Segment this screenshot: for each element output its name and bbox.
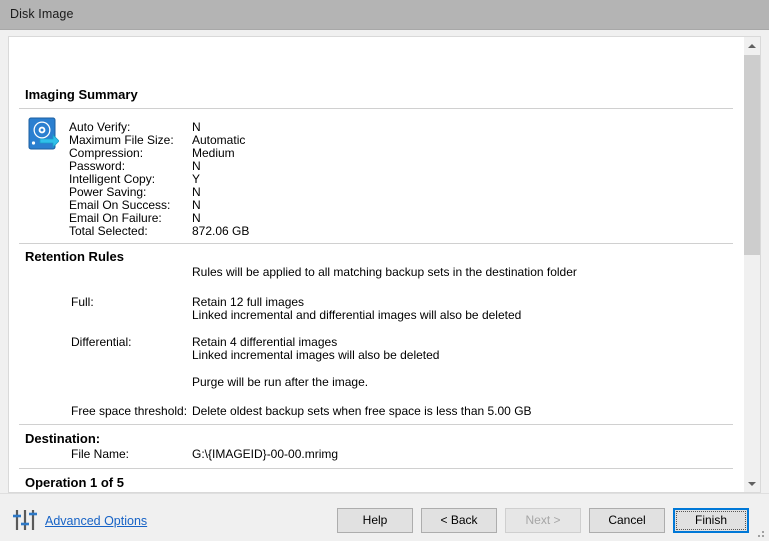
imaging-summary-heading: Imaging Summary (25, 87, 138, 102)
retention-purge-note: Purge will be run after the image. (192, 375, 369, 389)
summary-scroll-viewport: Imaging Summary Auto Verify: N Maximum F (9, 37, 743, 492)
retention-differential-label: Differential: (71, 335, 132, 349)
scrollbar-thumb[interactable] (744, 55, 760, 255)
retention-full-line2: Linked incremental and differential imag… (192, 308, 522, 322)
summary-row-label: Total Selected: (69, 224, 148, 238)
help-button[interactable]: Help (337, 508, 413, 533)
retention-rules-heading: Retention Rules (25, 249, 124, 264)
summary-row-label: Email On Success: (69, 198, 171, 212)
summary-row-value: Automatic (192, 133, 246, 147)
chevron-down-icon (748, 481, 756, 486)
summary-row-value: N (192, 185, 201, 199)
divider-retention (19, 243, 733, 244)
summary-row-value: 872.06 GB (192, 224, 250, 238)
scroll-down-button[interactable] (744, 475, 760, 492)
back-button[interactable]: < Back (421, 508, 497, 533)
window-title: Disk Image (10, 7, 74, 21)
summary-scrollbar[interactable] (743, 37, 760, 492)
finish-button[interactable]: Finish (673, 508, 749, 533)
divider-imaging-summary (19, 108, 733, 109)
summary-row-value: N (192, 159, 201, 173)
disk-image-dialog: Disk Image Imaging Summary Auto Verify: … (0, 0, 769, 541)
summary-row-value: Medium (192, 146, 235, 160)
retention-free-space-value: Delete oldest backup sets when free spac… (192, 404, 532, 418)
chevron-up-icon (748, 43, 756, 48)
divider-destination (19, 424, 733, 425)
summary-row-label: Power Saving: (69, 185, 147, 199)
summary-row-label: Auto Verify: (69, 120, 131, 134)
retention-differential-line2: Linked incremental images will also be d… (192, 348, 440, 362)
destination-file-name-label: File Name: (71, 447, 130, 461)
finish-button-label: Finish (694, 513, 727, 527)
retention-intro-text: Rules will be applied to all matching ba… (192, 265, 577, 279)
operation-row-label: Hard Disk: (71, 491, 127, 492)
retention-full-label: Full: (71, 295, 94, 309)
cancel-button[interactable]: Cancel (589, 508, 665, 533)
next-button: Next > (505, 508, 581, 533)
summary-row-label: Password: (69, 159, 126, 173)
resize-grip[interactable] (754, 527, 766, 539)
summary-row-label: Email On Failure: (69, 211, 162, 225)
advanced-options-link[interactable]: Advanced Options (45, 514, 147, 528)
destination-heading: Destination: (25, 431, 101, 446)
summary-panel: Imaging Summary Auto Verify: N Maximum F (8, 36, 761, 493)
title-bar: Disk Image (0, 0, 769, 30)
divider-operation (19, 468, 733, 469)
scroll-up-button[interactable] (744, 37, 760, 54)
retention-differential-line1: Retain 4 differential images (192, 335, 338, 349)
summary-row-value: N (192, 198, 201, 212)
retention-full-line1: Retain 12 full images (192, 295, 305, 309)
summary-row-value: N (192, 120, 201, 134)
sliders-icon[interactable] (13, 508, 39, 532)
summary-row-value: Y (192, 172, 201, 186)
operation-row-value: 1 (192, 491, 199, 492)
destination-file-name-value: G:\{IMAGEID}-00-00.mrimg (192, 447, 339, 461)
summary-row-value: N (192, 211, 201, 225)
summary-row-label: Maximum File Size: (69, 133, 174, 147)
summary-row-label: Compression: (69, 146, 144, 160)
operation-heading: Operation 1 of 5 (25, 475, 124, 490)
retention-free-space-label: Free space threshold: (71, 404, 188, 418)
summary-row-label: Intelligent Copy: (69, 172, 156, 186)
hard-disk-image-icon (28, 117, 59, 150)
